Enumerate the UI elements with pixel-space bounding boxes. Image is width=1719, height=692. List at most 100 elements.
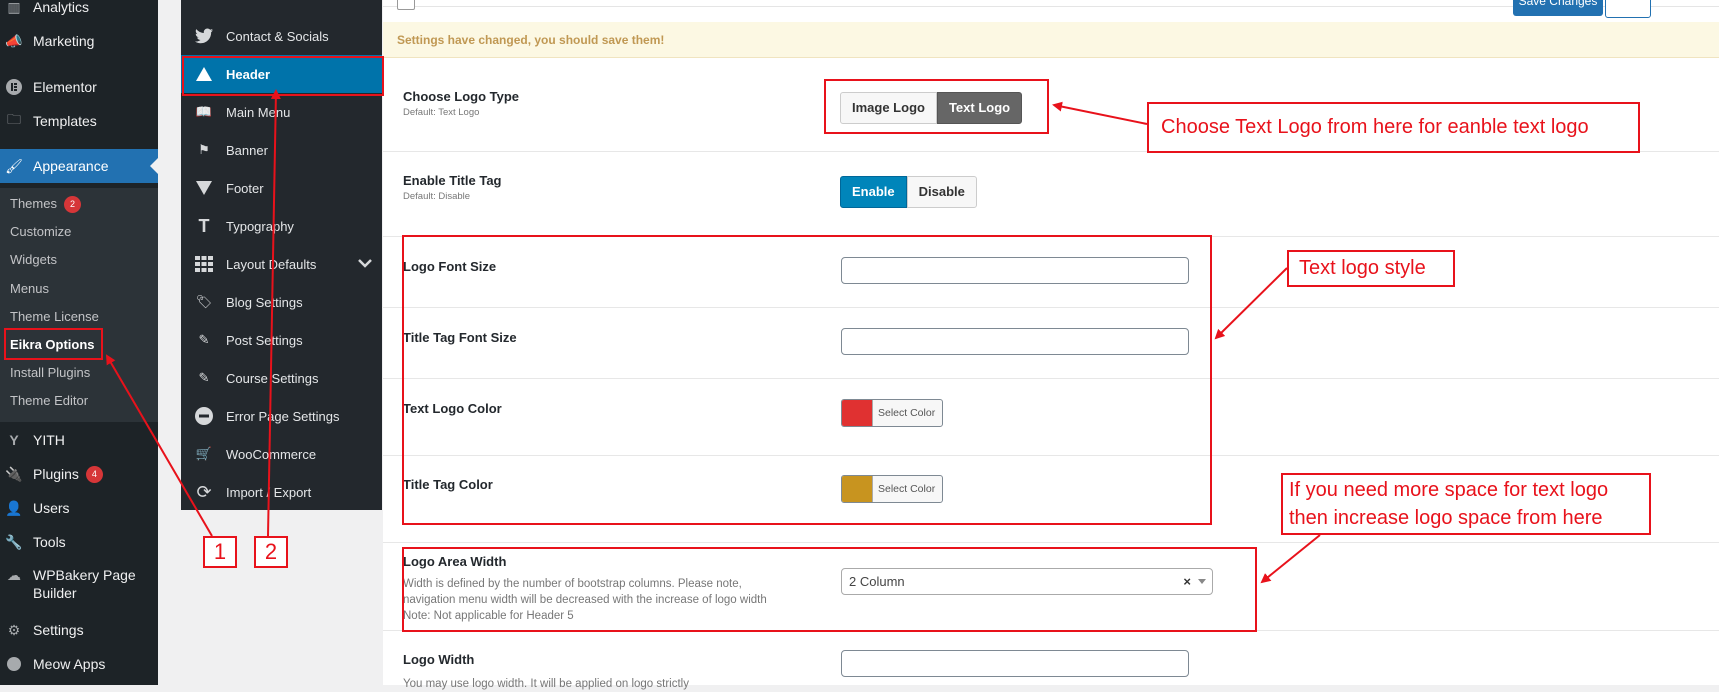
select-color-label: Select Color: [878, 483, 936, 495]
field-row-title-tag-color: Title Tag Color Select Color: [383, 455, 1719, 543]
menu-item-label: Elementor: [33, 79, 97, 95]
appearance-submenu: Themes 2 Customize Widgets Menus Theme Li…: [0, 188, 158, 422]
user-icon: 👤: [5, 499, 23, 516]
cart-icon: 🛒: [195, 446, 213, 461]
megaphone-icon: 📣: [5, 32, 23, 49]
wpbakery-icon: ☁: [7, 566, 21, 583]
menu-item-label: Templates: [33, 113, 97, 129]
options-tab-layout-defaults[interactable]: Layout Defaults: [181, 245, 382, 283]
menu-item-settings[interactable]: ⚙ Settings: [0, 613, 158, 647]
reset-button[interactable]: [1605, 0, 1651, 18]
selected-value: 2 Column: [849, 574, 905, 589]
logo-font-size-input[interactable]: [841, 257, 1189, 284]
field-label: Logo Width: [403, 652, 475, 667]
options-tab-typography[interactable]: T Typography: [181, 207, 382, 245]
field-default: Default: Disable: [403, 191, 471, 202]
disable-option[interactable]: Disable: [906, 176, 977, 208]
menu-item-tools[interactable]: 🔧 Tools: [0, 525, 158, 559]
paintbrush-icon: 🖌: [5, 157, 23, 174]
theme-options-sidebar: Contact & Socials Header 📖 Main Menu ⚑ Ban…: [181, 0, 382, 510]
folder-icon: 🗀: [7, 111, 21, 127]
logo-area-width-select[interactable]: 2 Column ×: [841, 568, 1213, 595]
field-label: Logo Font Size: [403, 259, 497, 274]
options-content-panel: Save Changes Settings have changed, you …: [383, 0, 1719, 690]
field-row-title-tag: Enable Title Tag Default: Disable Enable…: [383, 151, 1719, 237]
field-row-logo-area-width: Logo Area Width Width is defined by the …: [383, 542, 1719, 631]
image-logo-option[interactable]: Image Logo: [840, 92, 937, 124]
options-tab-woocommerce[interactable]: 🛒 WooCommerce: [181, 435, 382, 473]
options-tab-main-menu[interactable]: 📖 Main Menu: [181, 93, 382, 131]
menu-item-label: Plugins: [33, 466, 79, 482]
submenu-item-theme-editor[interactable]: Theme Editor: [10, 391, 88, 411]
field-row-logo-type: Choose Logo Type Default: Text Logo Imag…: [383, 59, 1719, 152]
submenu-item-themes[interactable]: Themes 2: [10, 194, 81, 214]
menu-item-label: Marketing: [33, 33, 95, 49]
options-tab-error-page-settings[interactable]: Error Page Settings: [181, 397, 382, 435]
bar-chart-icon: ▥: [7, 0, 21, 15]
triangle-down-icon: [193, 177, 215, 199]
enable-option[interactable]: Enable: [840, 176, 907, 208]
book-icon: 📖: [195, 104, 213, 119]
title-tag-font-size-input[interactable]: [841, 328, 1189, 355]
submenu-item-install-plugins[interactable]: Install Plugins: [10, 363, 90, 383]
plugins-update-badge: 4: [85, 465, 103, 483]
submenu-item-theme-license[interactable]: Theme License: [10, 307, 99, 327]
menu-item-marketing[interactable]: 📣 Marketing: [0, 24, 158, 58]
options-tab-blog-settings[interactable]: 🏷 Blog Settings: [181, 283, 382, 321]
clear-selection-icon[interactable]: ×: [1183, 569, 1191, 594]
menu-item-wpbakery[interactable]: ☁ WPBakery Page Builder: [0, 566, 158, 608]
options-tab-footer[interactable]: Footer: [181, 169, 382, 207]
menu-item-label: Users: [33, 500, 70, 516]
field-label: Title Tag Color: [403, 477, 493, 492]
edit-icon: ✎: [198, 370, 210, 385]
color-swatch: [842, 400, 873, 426]
text-logo-color-picker[interactable]: Select Color: [841, 399, 943, 427]
menu-item-templates[interactable]: 🗀 Templates: [0, 104, 158, 138]
options-tab-import-export[interactable]: ⟳ Import / Export: [181, 473, 382, 511]
menu-item-elementor[interactable]: Elementor: [0, 70, 158, 104]
save-changes-button[interactable]: Save Changes: [1513, 0, 1603, 16]
text-logo-option[interactable]: Text Logo: [936, 92, 1023, 124]
menu-item-label: YITH: [33, 432, 65, 448]
options-tab-contact-socials[interactable]: Contact & Socials: [181, 17, 382, 55]
elementor-icon: [5, 78, 23, 96]
menu-item-analytics[interactable]: ▥ Analytics: [0, 0, 158, 24]
step-number-1: 1: [203, 536, 237, 568]
settings-sliders-icon: ⚙: [7, 621, 21, 638]
options-tab-course-settings[interactable]: ✎ Course Settings: [181, 359, 382, 397]
field-label: Title Tag Font Size: [403, 330, 517, 345]
field-row-title-tag-font-size: Title Tag Font Size: [383, 307, 1719, 379]
grid-icon: [193, 253, 215, 275]
menu-item-label: Appearance: [33, 158, 109, 174]
options-tab-post-settings[interactable]: ✎ Post Settings: [181, 321, 382, 359]
field-description: You may use logo width. It will be appli…: [403, 678, 689, 690]
menu-item-appearance[interactable]: 🖌 Appearance: [0, 149, 158, 183]
chevron-down-icon[interactable]: [358, 256, 372, 271]
field-row-text-logo-color: Text Logo Color Select Color: [383, 378, 1719, 456]
field-label: Enable Title Tag: [403, 173, 502, 188]
field-description: Width is defined by the number of bootst…: [403, 578, 767, 622]
field-row-logo-font-size: Logo Font Size: [383, 236, 1719, 308]
submenu-item-eikra-options[interactable]: Eikra Options: [10, 335, 95, 355]
title-tag-color-picker[interactable]: Select Color: [841, 475, 943, 503]
expand-options-icon[interactable]: [397, 0, 415, 10]
options-tab-banner[interactable]: ⚑ Banner: [181, 131, 382, 169]
field-row-logo-width: Logo Width You may use logo width. It wi…: [383, 630, 1719, 690]
menu-item-plugins[interactable]: 🔌 Plugins 4: [0, 457, 158, 491]
menu-item-label: Tools: [33, 534, 66, 550]
step-number-2: 2: [254, 536, 288, 568]
menu-item-users[interactable]: 👤 Users: [0, 491, 158, 525]
submenu-item-widgets[interactable]: Widgets: [10, 250, 57, 270]
submenu-item-menus[interactable]: Menus: [10, 279, 49, 299]
menu-item-yith[interactable]: Y YITH: [0, 423, 158, 457]
menu-item-label: Analytics: [33, 0, 90, 15]
color-swatch: [842, 476, 873, 502]
options-tab-header[interactable]: Header: [181, 55, 382, 93]
logo-width-input[interactable]: [841, 650, 1189, 677]
triangle-up-icon: [193, 63, 215, 85]
logo-type-buttonset: Image Logo Text Logo: [840, 92, 1023, 124]
menu-item-meow-apps[interactable]: Meow Apps: [0, 647, 158, 681]
menu-item-label: WPBakery Page Builder: [33, 567, 136, 601]
dropdown-arrow-icon[interactable]: [1198, 579, 1206, 584]
submenu-item-customize[interactable]: Customize: [10, 222, 71, 242]
